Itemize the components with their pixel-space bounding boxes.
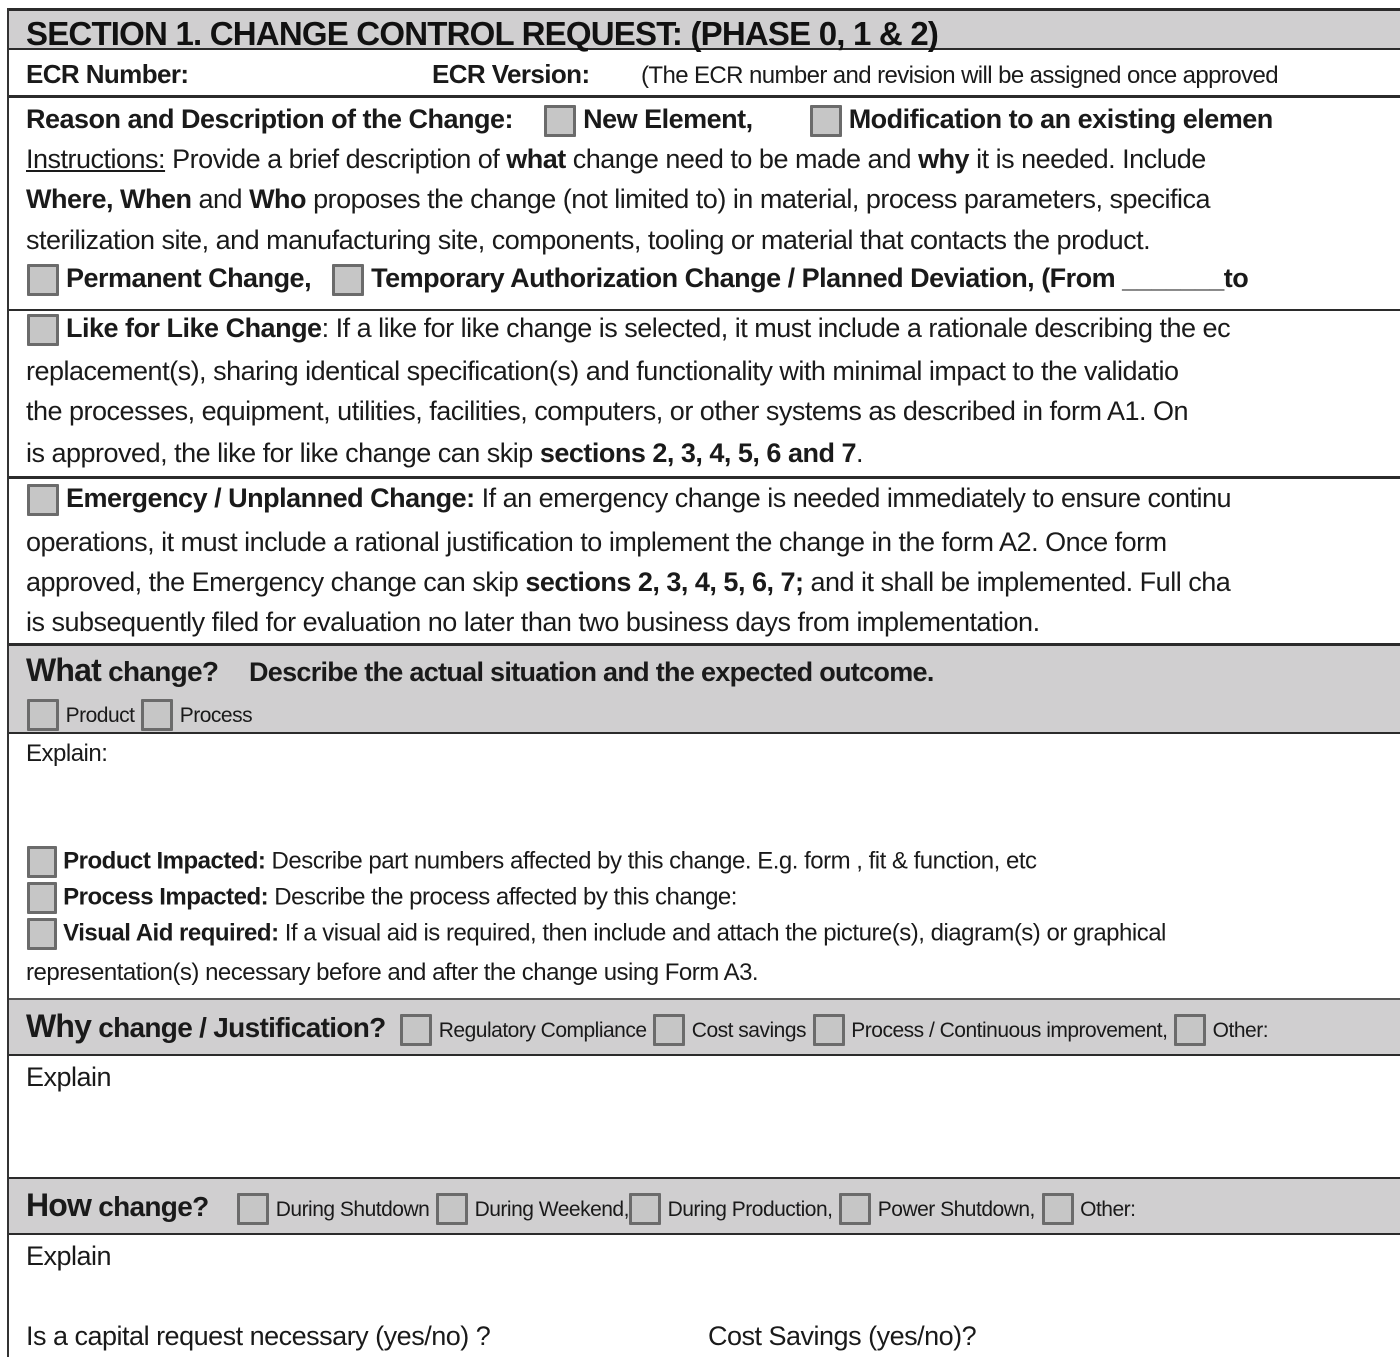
product-checkbox[interactable] [27, 699, 59, 732]
during-weekend-checkbox[interactable] [435, 1193, 468, 1226]
section-title-row: SECTION 1. CHANGE CONTROL REQUEST: (PHAS… [9, 8, 1400, 52]
emergency-section: Emergency / Unplanned Change: If an emer… [9, 479, 1400, 646]
change-control-request-form: SECTION 1. CHANGE CONTROL REQUEST: (PHAS… [7, 8, 1400, 1357]
cost-savings-checkbox[interactable] [653, 1014, 686, 1047]
what-change-body: Explain: Product Impacted: Describe part… [9, 734, 1400, 1000]
new-element-checkbox[interactable] [544, 104, 577, 137]
during-production-checkbox[interactable] [628, 1193, 661, 1226]
how-change-body: Explain Is a capital request necessary (… [9, 1235, 1400, 1357]
continuous-improvement-checkbox[interactable] [812, 1014, 845, 1047]
instructions-line-3: sterilization site, and manufacturing si… [26, 225, 1151, 255]
how-other-checkbox[interactable] [1041, 1193, 1074, 1226]
ecr-note: (The ECR number and revision will be ass… [641, 62, 1279, 89]
product-impacted-checkbox[interactable] [27, 846, 57, 878]
process-impacted-checkbox[interactable] [27, 882, 57, 914]
permanent-change-checkbox[interactable] [27, 263, 59, 296]
modification-label: Modification to an existing elemen [848, 104, 1274, 134]
product-option-label: Product [65, 704, 135, 727]
cost-savings-question: Cost Savings (yes/no)? [708, 1321, 977, 1351]
like-for-like-label: Like for Like Change [66, 313, 322, 343]
like-for-like-checkbox[interactable] [27, 313, 59, 346]
why-explain-field[interactable]: Explain [26, 1062, 112, 1093]
what-change-title-bold: What [26, 652, 102, 688]
ecr-version-label: ECR Version: [432, 59, 590, 89]
like-for-like-section: Like for Like Change: If a like for like… [9, 311, 1400, 479]
modification-checkbox[interactable] [809, 104, 842, 137]
instructions-line-1: Instructions: Provide a brief descriptio… [26, 144, 1206, 174]
what-explain-field[interactable]: Explain: [26, 740, 108, 768]
capital-request-question: Is a capital request necessary (yes/no) … [26, 1321, 491, 1351]
why-other-checkbox[interactable] [1174, 1014, 1207, 1047]
how-explain-field[interactable]: Explain [26, 1241, 112, 1272]
regulatory-compliance-checkbox[interactable] [400, 1014, 433, 1047]
new-element-label: New Element, [583, 104, 753, 134]
power-shutdown-checkbox[interactable] [839, 1193, 872, 1226]
during-shutdown-checkbox[interactable] [237, 1193, 270, 1226]
why-change-body: Explain [9, 1056, 1400, 1179]
ecr-row: ECR Number: ECR Version: (The ECR number… [9, 50, 1400, 98]
why-change-header: Why change / Justification? Regulatory C… [9, 1000, 1400, 1056]
process-checkbox[interactable] [141, 699, 174, 732]
permanent-change-label: Permanent Change, [66, 263, 312, 293]
reason-label: Reason and Description of the Change: [26, 104, 514, 134]
process-option-label: Process [179, 704, 253, 727]
emergency-label: Emergency / Unplanned Change: [66, 483, 475, 513]
how-change-header: How change? During Shutdown During Weeke… [9, 1179, 1400, 1235]
what-change-subtitle: Describe the actual situation and the ex… [248, 657, 934, 687]
temporary-change-checkbox[interactable] [332, 263, 365, 296]
visual-aid-checkbox[interactable] [27, 918, 57, 950]
reason-section: Reason and Description of the Change: Ne… [9, 98, 1400, 311]
what-change-header: What change? Describe the actual situati… [9, 646, 1400, 734]
instructions-line-2: Where, When and Who proposes the change … [26, 184, 1211, 214]
section-title: SECTION 1. CHANGE CONTROL REQUEST: (PHAS… [26, 15, 939, 52]
temporary-change-label: Temporary Authorization Change / Planned… [371, 263, 1249, 293]
emergency-checkbox[interactable] [27, 483, 59, 516]
ecr-number-label: ECR Number: [26, 59, 189, 89]
